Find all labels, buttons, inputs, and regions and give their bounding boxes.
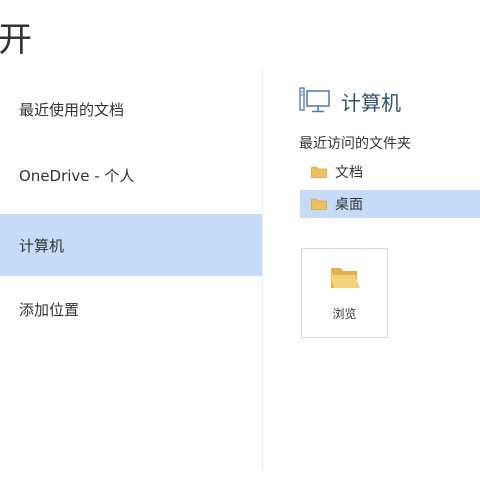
section-header: 计算机	[299, 86, 401, 116]
section-title: 计算机	[341, 90, 401, 115]
folder-label: 文档	[335, 165, 363, 181]
place-item-label: 计算机	[19, 236, 65, 255]
place-item-add-location[interactable]: 添加位置	[0, 278, 262, 340]
computer-panel: 计算机 最近访问的文件夹 文档 桌面 浏览	[263, 70, 480, 480]
computer-icon	[299, 86, 331, 116]
folder-icon	[311, 198, 327, 210]
place-item-label: 最近使用的文档	[19, 100, 125, 119]
open-folder-icon	[329, 265, 361, 291]
folder-icon	[311, 166, 327, 178]
place-item-computer[interactable]: 计算机	[0, 214, 262, 276]
open-backstage-page: 开 最近使用的文档 OneDrive - 个人 计算机 添加位置 计算机 最近访…	[0, 0, 480, 480]
page-title: 开	[0, 20, 32, 60]
recent-folders-heading: 最近访问的文件夹	[299, 136, 411, 152]
folder-item-documents[interactable]: 文档	[300, 158, 480, 186]
place-item-label: OneDrive - 个人	[19, 166, 135, 185]
places-list: 最近使用的文档 OneDrive - 个人 计算机 添加位置	[0, 78, 262, 480]
folder-label: 桌面	[335, 197, 363, 213]
browse-button[interactable]: 浏览	[301, 248, 388, 338]
place-item-recent-documents[interactable]: 最近使用的文档	[0, 78, 262, 140]
folder-item-desktop[interactable]: 桌面	[300, 190, 480, 218]
place-item-label: 添加位置	[19, 300, 80, 319]
browse-label: 浏览	[332, 307, 357, 321]
place-item-onedrive[interactable]: OneDrive - 个人	[0, 144, 262, 206]
